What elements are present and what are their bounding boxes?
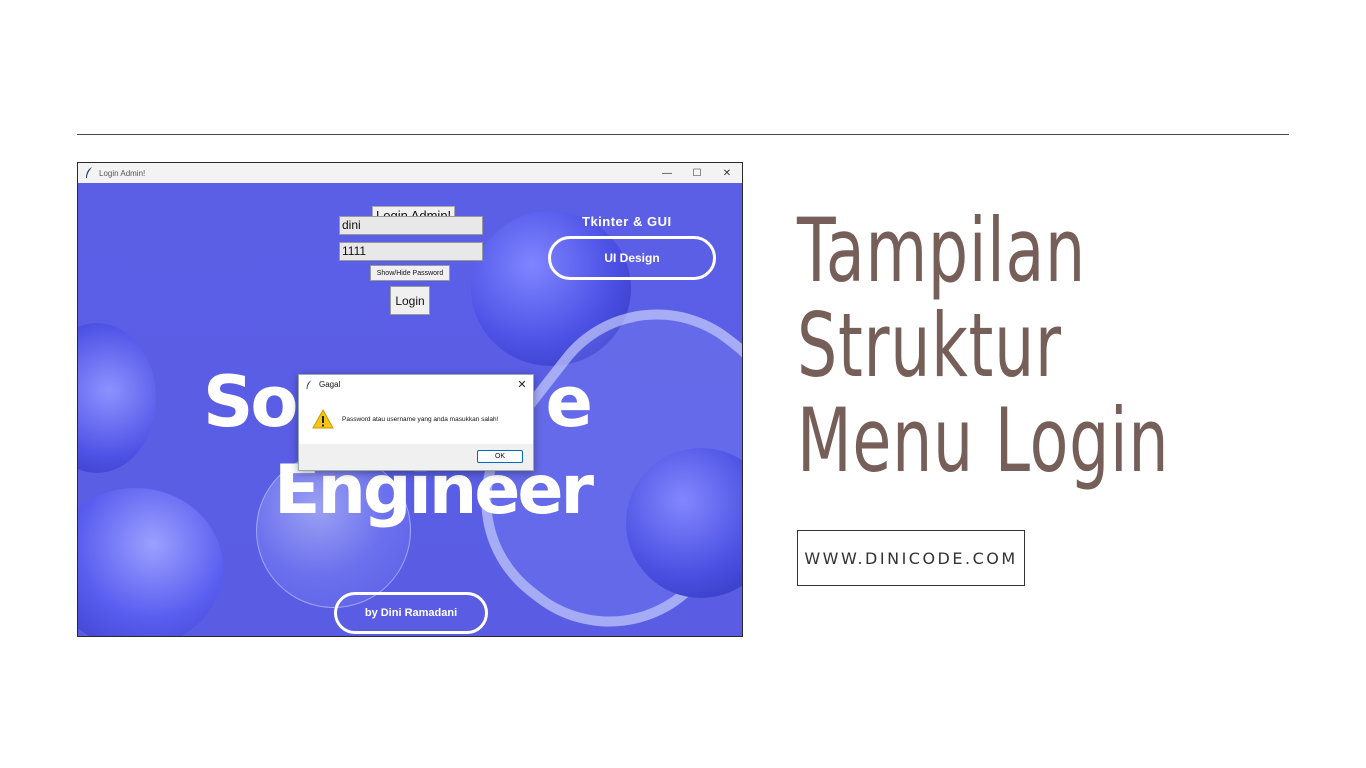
headline-line2: Struktur [797,294,1062,397]
login-window-screenshot: Login Admin! — ☐ ✕ So e Engineer Tkinter … [77,162,743,637]
show-hide-password-button[interactable]: Show/Hide Password [370,265,450,281]
background-canvas: So e Engineer Tkinter & GUI UI Design by … [78,183,742,636]
warning-icon [312,409,334,429]
dialog-titlebar: Gagal ✕ [299,375,533,394]
dialog-title: Gagal [319,380,341,389]
headline-line3: Menu Login [797,389,1170,492]
error-dialog: Gagal ✕ Password atau username yang anda… [298,374,534,471]
login-button[interactable]: Login [390,286,430,315]
headline-line1: Tampilan [797,199,1086,302]
feather-icon [306,379,312,389]
dialog-message: Password atau username yang anda masukka… [342,415,499,423]
decor-sphere-left [78,323,156,473]
big-text-left: So [203,361,299,443]
author-pill: by Dini Ramadani [334,592,488,634]
decor-sphere-bottom-left [78,488,223,636]
dialog-footer: OK [299,444,533,470]
username-field[interactable]: dini [339,216,483,235]
window-titlebar: Login Admin! — ☐ ✕ [78,163,742,183]
dialog-body: Password atau username yang anda masukka… [299,394,533,444]
top-divider [77,134,1289,135]
dialog-close-button[interactable]: ✕ [511,378,533,391]
website-label: WWW.DINICODE.COM [797,530,1025,586]
window-title: Login Admin! [99,168,146,178]
close-button[interactable]: ✕ [712,163,742,183]
headline: Tampilan Struktur Menu Login [797,203,1169,488]
password-field[interactable]: 1111 [339,242,483,261]
maximize-button[interactable]: ☐ [682,163,712,183]
ok-button[interactable]: OK [477,450,523,463]
feather-icon [86,167,92,178]
tag-label: Tkinter & GUI [582,214,672,229]
ui-design-pill: UI Design [548,236,716,280]
minimize-button[interactable]: — [652,163,682,183]
big-text-right: e [545,361,594,443]
